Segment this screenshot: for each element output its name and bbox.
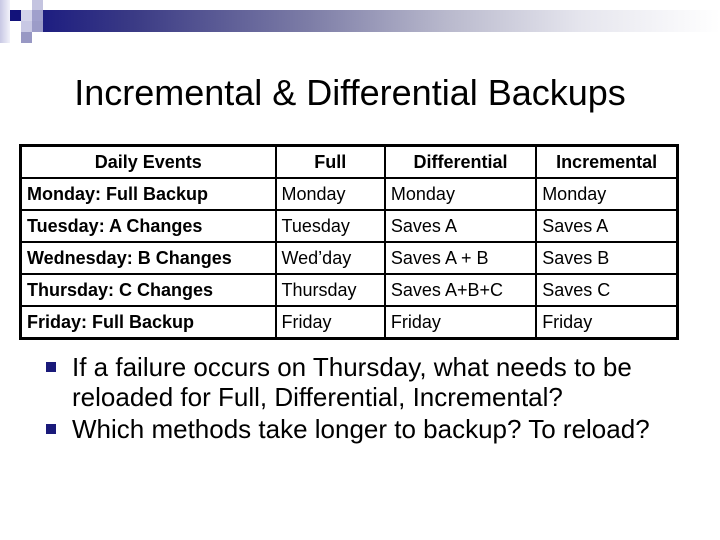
table-row: Monday: Full Backup Monday Monday Monday	[19, 177, 679, 211]
bullet-item: If a failure occurs on Thursday, what ne…	[46, 352, 706, 412]
logo-square	[21, 32, 32, 43]
logo-square	[32, 21, 43, 32]
header-differential: Differential	[383, 144, 538, 179]
table-row: Thursday: C Changes Thursday Saves A+B+C…	[19, 273, 679, 307]
cell-incremental: Saves C	[535, 273, 679, 307]
logo-square	[21, 21, 32, 32]
header-gradient-bar	[32, 10, 720, 32]
cell-incremental: Monday	[535, 177, 679, 211]
bullet-text: Which methods take longer to backup? To …	[72, 414, 650, 444]
cell-event: Wednesday: B Changes	[19, 241, 277, 275]
cell-event: Tuesday: A Changes	[19, 209, 277, 243]
table-row: Wednesday: B Changes Wed’day Saves A + B…	[19, 241, 679, 275]
table-header-row: Daily Events Full Differential Increment…	[19, 144, 679, 179]
table-row: Tuesday: A Changes Tuesday Saves A Saves…	[19, 209, 679, 243]
cell-full: Monday	[274, 177, 386, 211]
header-full: Full	[274, 144, 386, 179]
cell-full: Friday	[274, 305, 386, 340]
cell-differential: Monday	[383, 177, 538, 211]
cell-differential: Saves A + B	[383, 241, 538, 275]
bullet-text: If a failure occurs on Thursday, what ne…	[72, 352, 632, 412]
slide-title: Incremental & Differential Backups	[74, 72, 626, 113]
cell-full: Thursday	[274, 273, 386, 307]
logo-square	[21, 10, 32, 21]
square-bullet-icon	[46, 424, 56, 434]
logo-square	[32, 0, 43, 10]
cell-incremental: Friday	[535, 305, 679, 340]
square-bullet-icon	[46, 362, 56, 372]
header-incremental: Incremental	[535, 144, 679, 179]
cell-event: Friday: Full Backup	[19, 305, 277, 340]
logo-square	[32, 10, 43, 21]
cell-full: Tuesday	[274, 209, 386, 243]
logo-square	[10, 10, 21, 21]
cell-incremental: Saves A	[535, 209, 679, 243]
cell-incremental: Saves B	[535, 241, 679, 275]
cell-differential: Saves A+B+C	[383, 273, 538, 307]
bullet-list: If a failure occurs on Thursday, what ne…	[46, 352, 706, 446]
header-daily-events: Daily Events	[19, 144, 277, 179]
logo-square	[0, 0, 10, 43]
cell-differential: Saves A	[383, 209, 538, 243]
table-row: Friday: Full Backup Friday Friday Friday	[19, 305, 679, 340]
backup-comparison-table: Daily Events Full Differential Increment…	[19, 144, 679, 340]
cell-event: Monday: Full Backup	[19, 177, 277, 211]
cell-full: Wed’day	[274, 241, 386, 275]
cell-differential: Friday	[383, 305, 538, 340]
bullet-item: Which methods take longer to backup? To …	[46, 414, 706, 444]
cell-event: Thursday: C Changes	[19, 273, 277, 307]
